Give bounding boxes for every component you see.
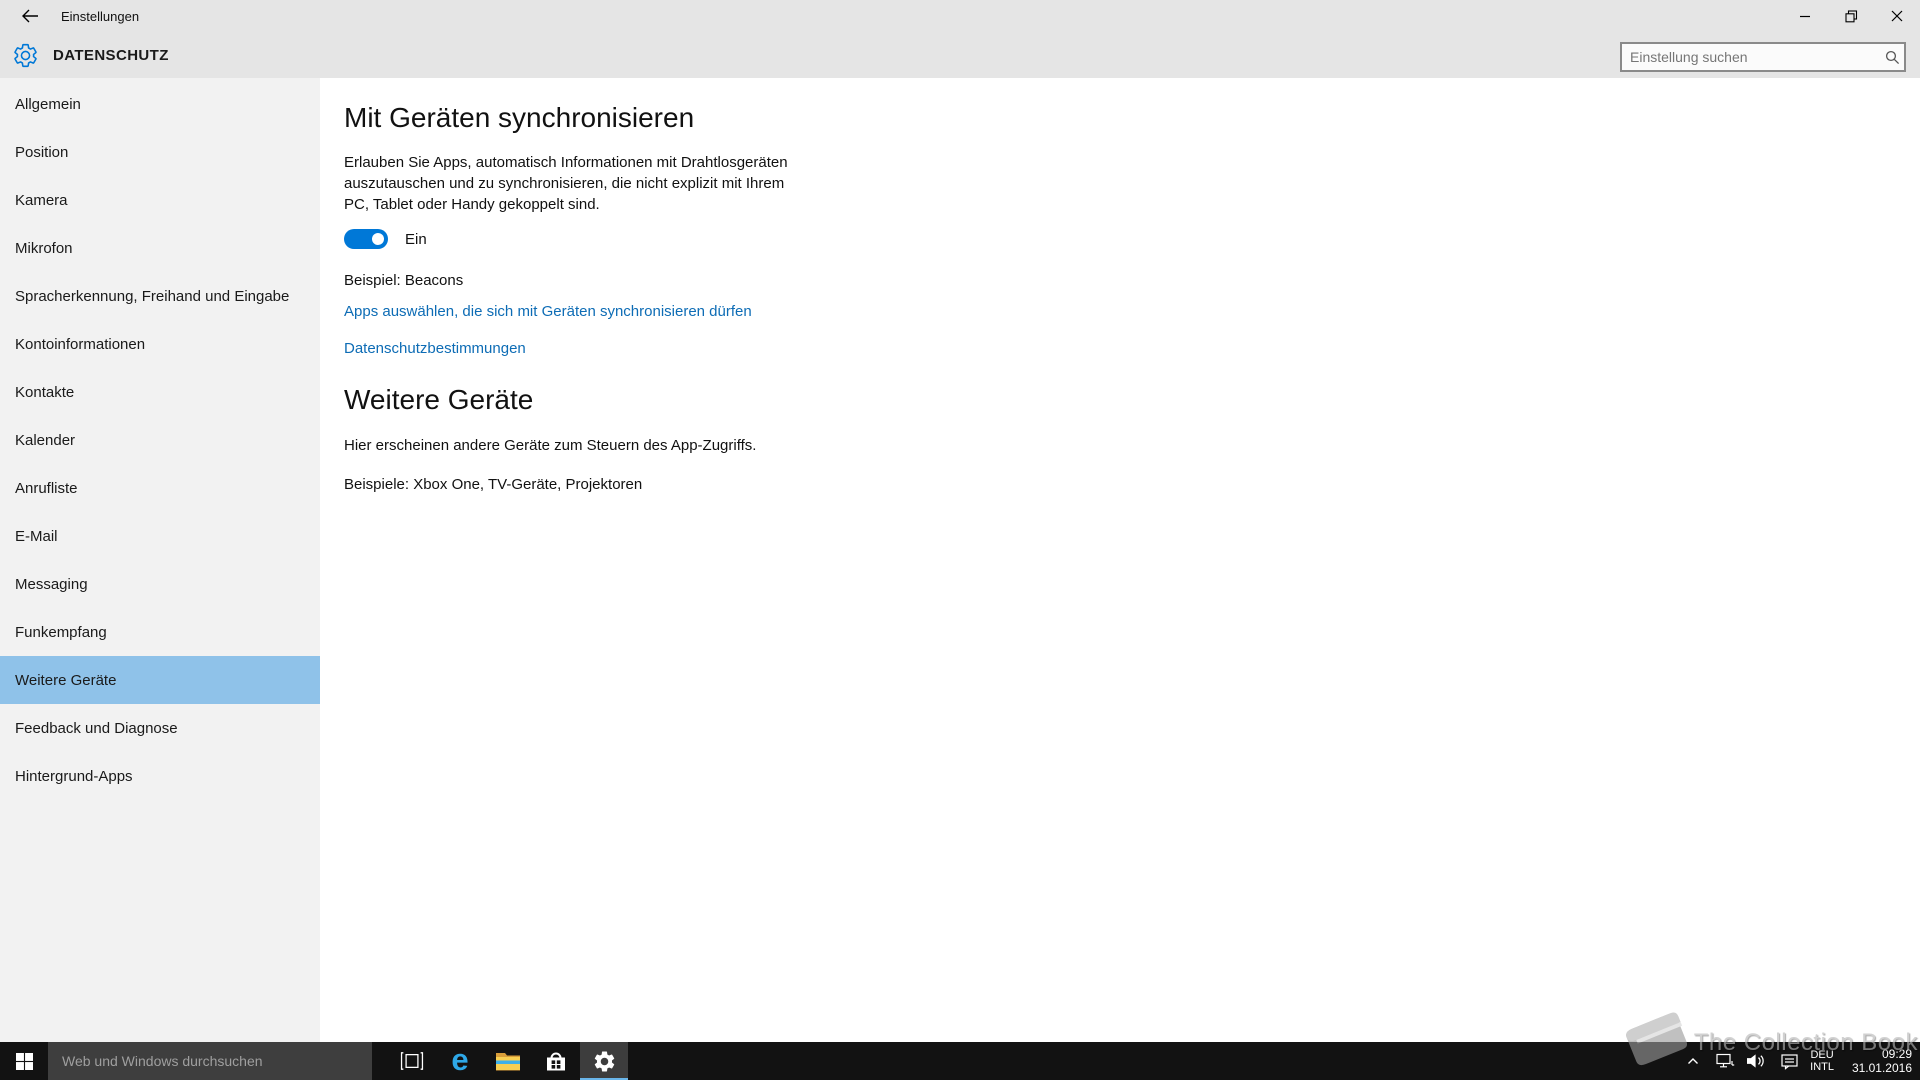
minimize-icon	[1799, 10, 1811, 22]
clock[interactable]: 09:29 31.01.2016	[1844, 1047, 1912, 1075]
sidebar-item-kontakte[interactable]: Kontakte	[0, 368, 320, 416]
volume-button[interactable]	[1746, 1053, 1768, 1069]
sidebar-item-hintergrund-apps[interactable]: Hintergrund-Apps	[0, 752, 320, 800]
section-title-sync: Mit Geräten synchronisieren	[344, 102, 1244, 134]
store-icon	[544, 1049, 568, 1073]
sidebar-item-kontoinformationen[interactable]: Kontoinformationen	[0, 320, 320, 368]
clock-time: 09:29	[1844, 1047, 1912, 1061]
windows-logo-icon	[16, 1053, 33, 1070]
clock-date: 31.01.2016	[1844, 1061, 1912, 1075]
sidebar-item-kamera[interactable]: Kamera	[0, 176, 320, 224]
keyboard-layout-code: INTL	[1810, 1061, 1834, 1073]
action-center-button[interactable]	[1778, 1053, 1800, 1070]
back-button[interactable]	[10, 0, 50, 32]
file-explorer-button[interactable]	[484, 1042, 532, 1080]
taskbar-icons: e	[388, 1042, 628, 1080]
sidebar-item-spracherkennung[interactable]: Spracherkennung, Freihand und Eingabe	[0, 272, 320, 320]
taskbar-search-input[interactable]	[48, 1052, 372, 1070]
page-title: DATENSCHUTZ	[53, 47, 169, 64]
sidebar-item-anrufliste[interactable]: Anrufliste	[0, 464, 320, 512]
privacy-statement-link[interactable]: Datenschutzbestimmungen	[344, 340, 1244, 357]
close-button[interactable]	[1874, 0, 1920, 32]
sync-toggle[interactable]	[344, 229, 388, 249]
sidebar-item-kalender[interactable]: Kalender	[0, 416, 320, 464]
settings-gear-taskbar-icon	[592, 1049, 617, 1074]
sidebar-item-mikrofon[interactable]: Mikrofon	[0, 224, 320, 272]
app-header: DATENSCHUTZ	[0, 32, 1920, 78]
settings-window: Einstellungen DATENSCHUTZ	[0, 0, 1920, 1080]
sidebar-item-email[interactable]: E-Mail	[0, 512, 320, 560]
restore-button[interactable]	[1828, 0, 1874, 32]
system-tray: DEU INTL 09:29 31.01.2016	[1682, 1042, 1912, 1080]
sync-toggle-row: Ein	[344, 229, 1244, 249]
toggle-state-label: Ein	[405, 231, 427, 248]
file-explorer-icon	[495, 1051, 521, 1071]
restore-icon	[1845, 10, 1858, 23]
sidebar-item-weitere-geraete[interactable]: Weitere Geräte	[0, 656, 320, 704]
header-category: DATENSCHUTZ	[12, 32, 169, 78]
other-devices-examples: Beispiele: Xbox One, TV-Geräte, Projekto…	[344, 476, 1244, 493]
other-devices-description: Hier erscheinen andere Geräte zum Steuer…	[344, 437, 1244, 454]
minimize-button[interactable]	[1782, 0, 1828, 32]
settings-gear-icon	[12, 42, 39, 69]
tray-expand-button[interactable]	[1682, 1057, 1704, 1065]
window-top-band: Einstellungen DATENSCHUTZ	[0, 0, 1920, 78]
sync-example-text: Beispiel: Beacons	[344, 272, 1244, 289]
store-button[interactable]	[532, 1042, 580, 1080]
task-view-icon	[400, 1051, 424, 1071]
start-button[interactable]	[0, 1042, 48, 1080]
network-icon	[1716, 1053, 1735, 1069]
close-icon	[1891, 10, 1903, 22]
taskbar-search-box[interactable]	[48, 1042, 372, 1080]
taskbar: e DEU	[0, 1042, 1920, 1080]
settings-search-input[interactable]	[1622, 49, 1880, 65]
sidebar-item-feedback[interactable]: Feedback und Diagnose	[0, 704, 320, 752]
toggle-knob	[372, 233, 384, 245]
network-status-button[interactable]	[1714, 1053, 1736, 1069]
titlebar: Einstellungen	[0, 0, 1920, 32]
sidebar-item-allgemein[interactable]: Allgemein	[0, 80, 320, 128]
window-controls	[1782, 0, 1920, 32]
sidebar-item-funkempfang[interactable]: Funkempfang	[0, 608, 320, 656]
sidebar-item-position[interactable]: Position	[0, 128, 320, 176]
language-indicator[interactable]: DEU INTL	[1810, 1049, 1834, 1073]
main-content: Mit Geräten synchronisieren Erlauben Sie…	[344, 78, 1244, 493]
task-view-button[interactable]	[388, 1042, 436, 1080]
choose-apps-link[interactable]: Apps auswählen, die sich mit Geräten syn…	[344, 303, 1244, 320]
privacy-nav-sidebar: Allgemein Position Kamera Mikrofon Sprac…	[0, 78, 320, 1042]
language-code: DEU	[1810, 1049, 1834, 1061]
settings-app-button[interactable]	[580, 1042, 628, 1080]
edge-browser-button[interactable]: e	[436, 1042, 484, 1080]
sync-description: Erlauben Sie Apps, automatisch Informati…	[344, 152, 791, 215]
back-arrow-icon	[21, 9, 39, 23]
speaker-icon	[1747, 1053, 1768, 1069]
search-icon[interactable]	[1880, 50, 1904, 65]
action-center-icon	[1781, 1053, 1798, 1070]
chevron-up-icon	[1687, 1057, 1699, 1065]
settings-search-box[interactable]	[1620, 42, 1906, 72]
sidebar-item-messaging[interactable]: Messaging	[0, 560, 320, 608]
edge-icon: e	[451, 1044, 468, 1075]
window-title: Einstellungen	[61, 0, 139, 32]
section-title-other-devices: Weitere Geräte	[344, 384, 1244, 416]
